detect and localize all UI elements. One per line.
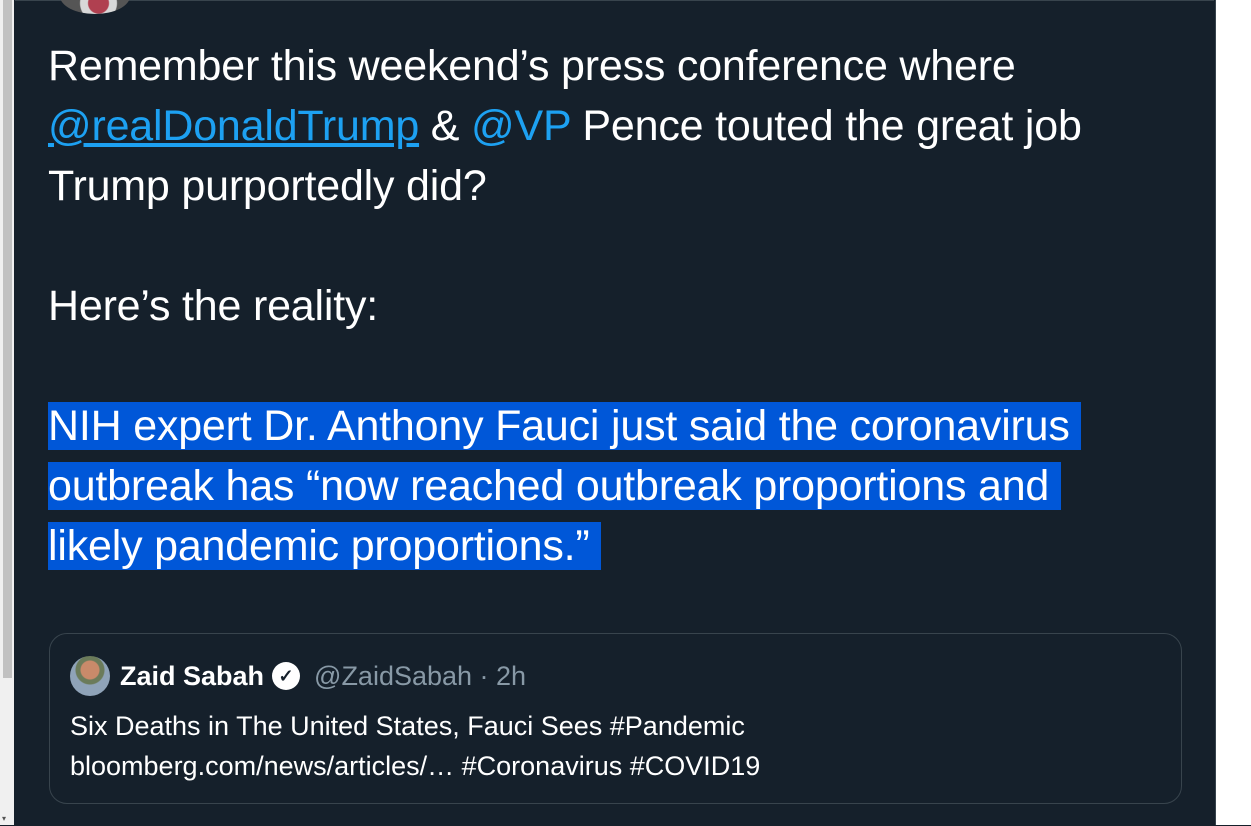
scrollbar-thumb[interactable] xyxy=(3,0,12,678)
quoted-author-avatar[interactable] xyxy=(70,656,110,696)
tweet-text-segment: Here’s the reality: xyxy=(48,282,378,330)
quoted-tweet-text: Six Deaths in The United States, Fauci S… xyxy=(70,706,1160,786)
quoted-text-line: bloomberg.com/news/articles/… #Coronavir… xyxy=(70,751,761,781)
tweet-text-segment: Remember this weekend’s press conference… xyxy=(48,42,1016,90)
quoted-tweet-header: Zaid Sabah ✓ @ZaidSabah · 2h xyxy=(120,656,526,696)
selected-text[interactable]: outbreak has “now reached outbreak propo… xyxy=(48,462,1061,510)
quoted-text-line: Six Deaths in The United States, Fauci S… xyxy=(70,711,745,741)
tweet-line: @realDonaldTrump & @VP Pence touted the … xyxy=(48,96,1198,156)
verified-badge-icon: ✓ xyxy=(272,662,301,690)
tweet-text-segment: & xyxy=(419,102,472,150)
quoted-tweet-card[interactable]: Zaid Sabah ✓ @ZaidSabah · 2h Six Deaths … xyxy=(49,633,1182,804)
tweet-text: Remember this weekend’s press conference… xyxy=(48,36,1198,576)
selected-text[interactable]: NIH expert Dr. Anthony Fauci just said t… xyxy=(48,402,1082,450)
tweet-line: Here’s the reality: xyxy=(48,276,1198,336)
mention-link-realdonaldtrump[interactable]: @realDonaldTrump xyxy=(48,102,419,150)
tweet-line: Remember this weekend’s press conference… xyxy=(48,36,1198,96)
tweet-text-segment: Pence touted the great job xyxy=(570,102,1082,150)
mention-link-vp[interactable]: @VP xyxy=(471,102,571,150)
tweet-text-segment: Trump purportedly did? xyxy=(48,162,487,210)
highlighted-line: NIH expert Dr. Anthony Fauci just said t… xyxy=(48,396,1198,456)
highlighted-line: outbreak has “now reached outbreak propo… xyxy=(48,456,1198,516)
scroll-down-arrow-icon[interactable]: ▾ xyxy=(2,815,6,823)
selected-text[interactable]: likely pandemic proportions.” xyxy=(48,522,602,570)
quoted-author-handle: @ZaidSabah · 2h xyxy=(314,660,527,691)
highlighted-line: likely pandemic proportions.” xyxy=(48,516,1198,576)
vertical-scrollbar[interactable]: ▾ xyxy=(0,0,14,825)
quoted-author-name[interactable]: Zaid Sabah xyxy=(120,661,264,692)
window-margin xyxy=(1215,0,1251,825)
tweet-line: Trump purportedly did? xyxy=(48,156,1198,216)
